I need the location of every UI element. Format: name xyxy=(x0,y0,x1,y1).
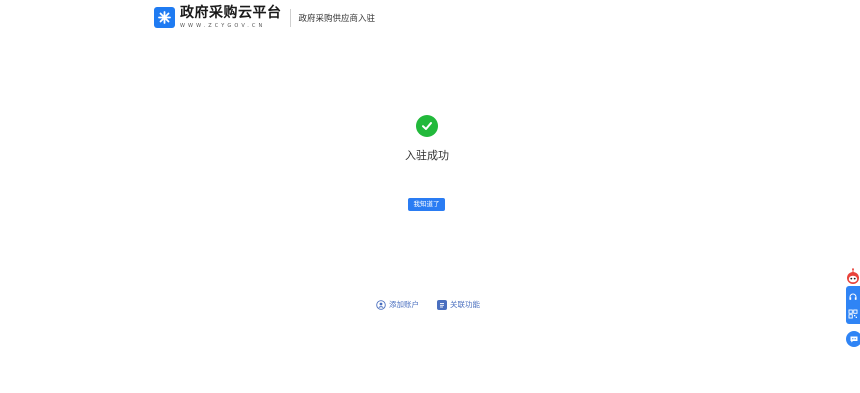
acknowledge-button[interactable]: 我知道了 xyxy=(408,198,445,211)
add-account-icon xyxy=(376,299,386,310)
add-account-link[interactable]: 添加账户 xyxy=(376,299,419,310)
logo-icon[interactable] xyxy=(154,7,175,28)
result-title: 入驻成功 xyxy=(405,149,449,162)
mascot-icon[interactable] xyxy=(846,268,860,286)
logo-text[interactable]: 政府采购云平台 WWW.ZCYGOV.CN xyxy=(180,5,282,30)
related-feature-link[interactable]: 关联功能 xyxy=(437,299,480,310)
page: 政府采购云平台 WWW.ZCYGOV.CN 政府采购供应商入驻 入驻成功 我知道… xyxy=(0,0,860,393)
success-check-icon xyxy=(416,115,438,137)
chat-icon[interactable] xyxy=(846,331,860,347)
side-toolbar xyxy=(846,286,860,324)
add-account-label: 添加账户 xyxy=(389,300,419,309)
logo-title: 政府采购云平台 xyxy=(180,5,282,21)
related-feature-label: 关联功能 xyxy=(450,300,480,309)
logo-domain: WWW.ZCYGOV.CN xyxy=(180,23,266,29)
header-divider xyxy=(289,9,291,27)
page-subtitle: 政府采购供应商入驻 xyxy=(298,14,376,24)
qrcode-icon[interactable] xyxy=(847,307,859,321)
bottom-links: 添加账户 关联功能 xyxy=(376,299,480,310)
site-header: 政府采购云平台 WWW.ZCYGOV.CN 政府采购供应商入驻 xyxy=(154,5,375,33)
related-feature-icon xyxy=(437,299,447,310)
headset-icon[interactable] xyxy=(847,290,859,304)
